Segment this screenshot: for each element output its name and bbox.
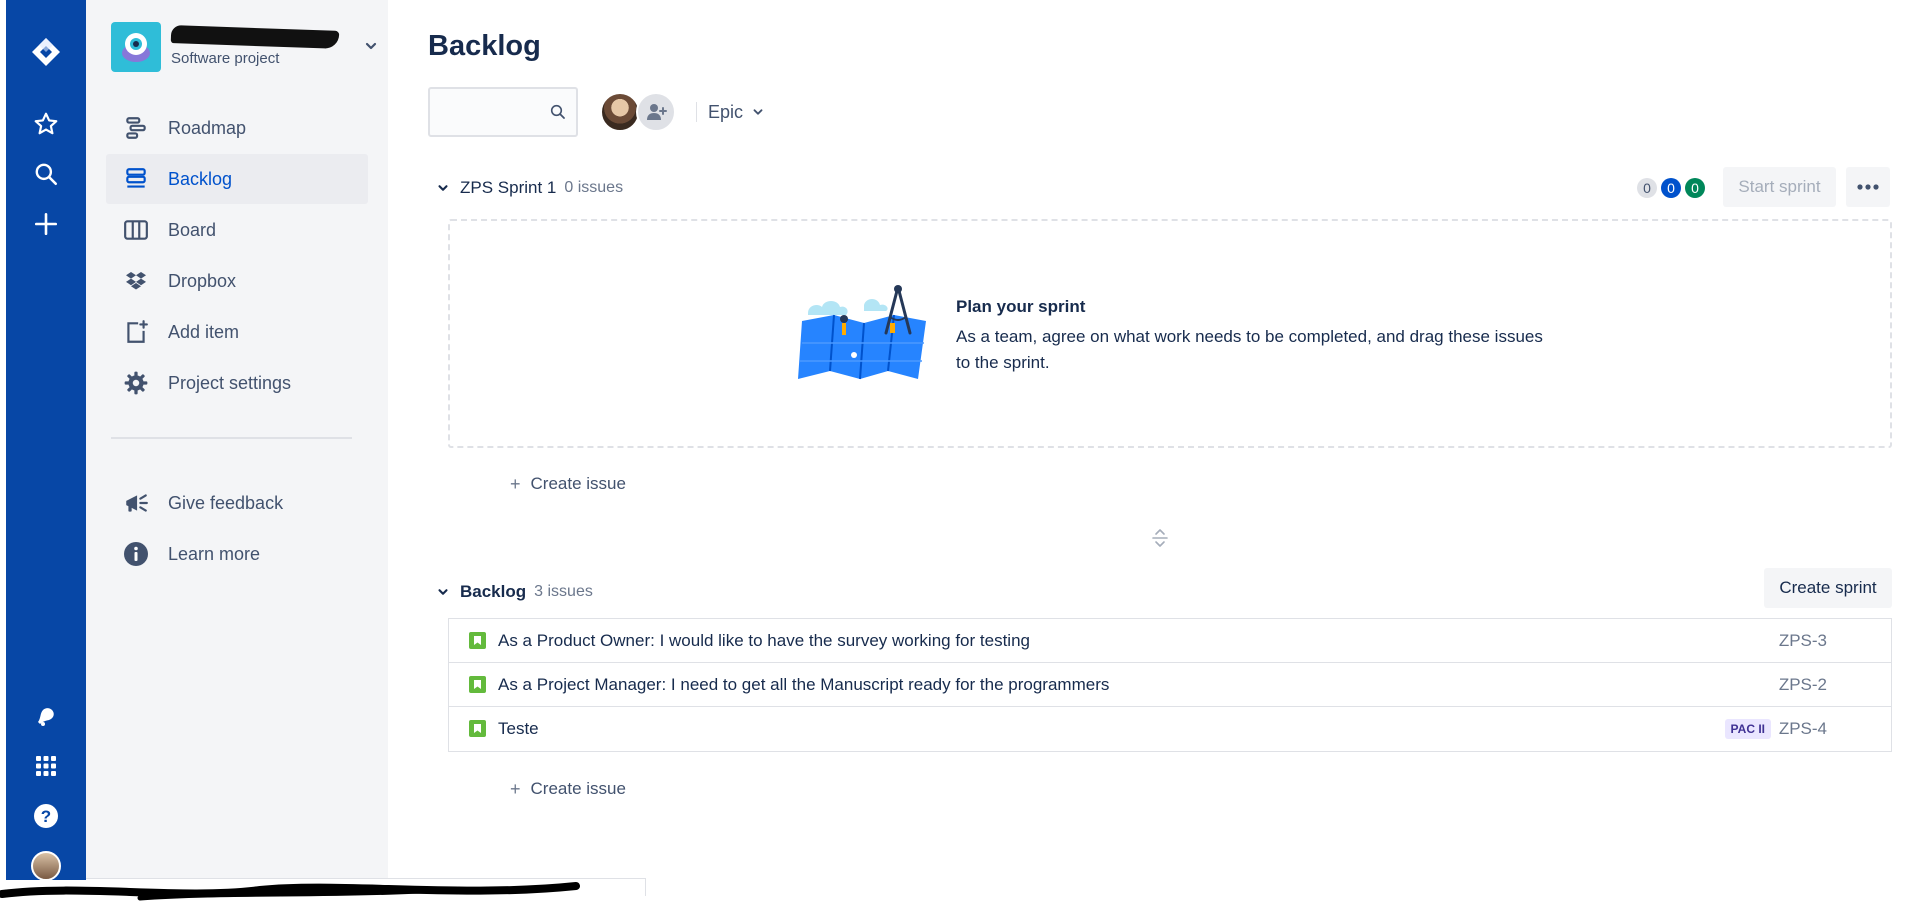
more-icon (1857, 184, 1879, 190)
svg-text:?: ? (41, 807, 51, 826)
sidebar-item-roadmap[interactable]: Roadmap (106, 103, 368, 153)
backlog-issue-count: 3 issues (534, 583, 593, 600)
add-people-button[interactable] (636, 92, 676, 132)
issue-key[interactable]: ZPS-4 (1779, 719, 1827, 739)
toolbar-separator (696, 102, 697, 122)
epic-lozenge[interactable]: PAC II (1724, 719, 1771, 739)
user-avatar-filter[interactable] (600, 92, 640, 132)
issue-key[interactable]: ZPS-2 (1779, 675, 1827, 695)
sprint-status-badges: 0 0 0 (1637, 178, 1705, 198)
epic-filter-label: Epic (708, 101, 744, 122)
backlog-issue-list: As a Product Owner: I would like to have… (448, 618, 1892, 752)
search-input[interactable] (438, 99, 542, 125)
plus-icon: + (510, 473, 521, 494)
epic-filter-dropdown[interactable]: Epic (708, 96, 765, 128)
page-title: Backlog (428, 30, 541, 62)
issue-summary: Teste (498, 719, 539, 738)
sidebar-item-label: Give feedback (168, 492, 284, 513)
sidebar-divider (111, 437, 352, 439)
redaction-scribble (0, 882, 580, 901)
create-issue-label: Create issue (530, 474, 626, 493)
search-icon[interactable] (6, 154, 86, 194)
project-avatar (111, 22, 161, 72)
board-icon (106, 217, 166, 243)
drag-handle-icon (1152, 529, 1168, 547)
project-header[interactable]: Software project (111, 22, 377, 72)
sidebar-item-board[interactable]: Board (106, 205, 368, 255)
help-icon[interactable]: ? (6, 796, 86, 836)
section-resize-handle[interactable] (1150, 528, 1170, 553)
add-person-icon (647, 104, 667, 120)
plus-icon[interactable] (6, 204, 86, 244)
chevron-down-icon[interactable] (363, 38, 379, 59)
more-actions-button[interactable] (1846, 167, 1890, 207)
project-sidebar: Software project Roadmap Backlog Board D… (86, 0, 388, 880)
issue-row[interactable]: Teste PAC II ZPS-4 (449, 707, 1891, 751)
redacted-project-name (170, 25, 340, 49)
sidebar-item-give-feedback[interactable]: Give feedback (106, 478, 368, 528)
backlog-header[interactable]: Backlog 3 issues (436, 582, 593, 602)
sidebar-item-learn-more[interactable]: Learn more (106, 529, 368, 579)
megaphone-icon (106, 490, 166, 516)
sprint-issue-count: 0 issues (564, 179, 624, 196)
global-nav: ? (6, 0, 86, 881)
sidebar-item-label: Dropbox (168, 270, 237, 291)
sidebar-item-label: Roadmap (168, 117, 247, 138)
plan-sprint-illustration (798, 285, 926, 380)
create-issue-label: Create issue (530, 779, 626, 798)
sidebar-item-add-item[interactable]: Add item (106, 307, 368, 357)
gear-icon (106, 370, 166, 396)
create-sprint-button[interactable]: Create sprint (1764, 568, 1892, 608)
sprint-create-issue-button[interactable]: + Create issue (510, 472, 626, 496)
todo-count-badge: 0 (1637, 178, 1657, 198)
story-icon (469, 676, 486, 693)
roadmap-icon (106, 115, 166, 141)
plus-icon: + (510, 778, 521, 799)
story-icon (469, 632, 486, 649)
sidebar-item-label: Backlog (168, 168, 233, 189)
sidebar-item-label: Add item (168, 321, 240, 342)
backlog-name: Backlog (460, 582, 527, 601)
sidebar-item-project-settings[interactable]: Project settings (106, 358, 368, 408)
backlog-create-issue-button[interactable]: + Create issue (510, 777, 626, 801)
done-count-badge: 0 (1685, 178, 1705, 198)
backlog-icon (106, 166, 166, 192)
chevron-down-icon[interactable] (436, 585, 450, 599)
sidebar-item-backlog[interactable]: Backlog (106, 154, 368, 204)
jira-logo-icon[interactable] (6, 32, 86, 72)
in-progress-count-badge: 0 (1661, 178, 1681, 198)
star-icon[interactable] (6, 104, 86, 144)
sprint-header[interactable]: ZPS Sprint 1 0 issues (436, 178, 623, 198)
info-icon (106, 541, 166, 567)
plan-sprint-text: As a team, agree on what work needs to b… (956, 327, 1543, 372)
sidebar-item-label: Board (168, 219, 217, 240)
add-item-icon (106, 319, 166, 345)
sprint-name: ZPS Sprint 1 (460, 178, 557, 197)
notifications-icon[interactable] (6, 696, 86, 736)
sidebar-item-dropbox[interactable]: Dropbox (106, 256, 368, 306)
start-sprint-button[interactable]: Start sprint (1723, 167, 1836, 207)
issue-summary: As a Project Manager: I need to get all … (498, 674, 1110, 694)
project-type: Software project (171, 50, 280, 67)
plan-sprint-title: Plan your sprint (956, 297, 1086, 316)
search-icon (550, 104, 566, 125)
search-field[interactable] (428, 87, 578, 137)
app-switcher-icon[interactable] (6, 746, 86, 786)
issue-row[interactable]: As a Product Owner: I would like to have… (449, 619, 1891, 663)
sidebar-item-label: Project settings (168, 372, 292, 393)
issue-key[interactable]: ZPS-3 (1779, 631, 1827, 651)
dropbox-icon (106, 269, 166, 293)
chevron-down-icon[interactable] (436, 181, 450, 195)
issue-summary: As a Product Owner: I would like to have… (498, 630, 1030, 650)
sidebar-item-label: Learn more (168, 543, 261, 564)
issue-row[interactable]: As a Project Manager: I need to get all … (449, 663, 1891, 707)
chevron-down-icon (753, 109, 763, 115)
story-icon (469, 720, 486, 737)
